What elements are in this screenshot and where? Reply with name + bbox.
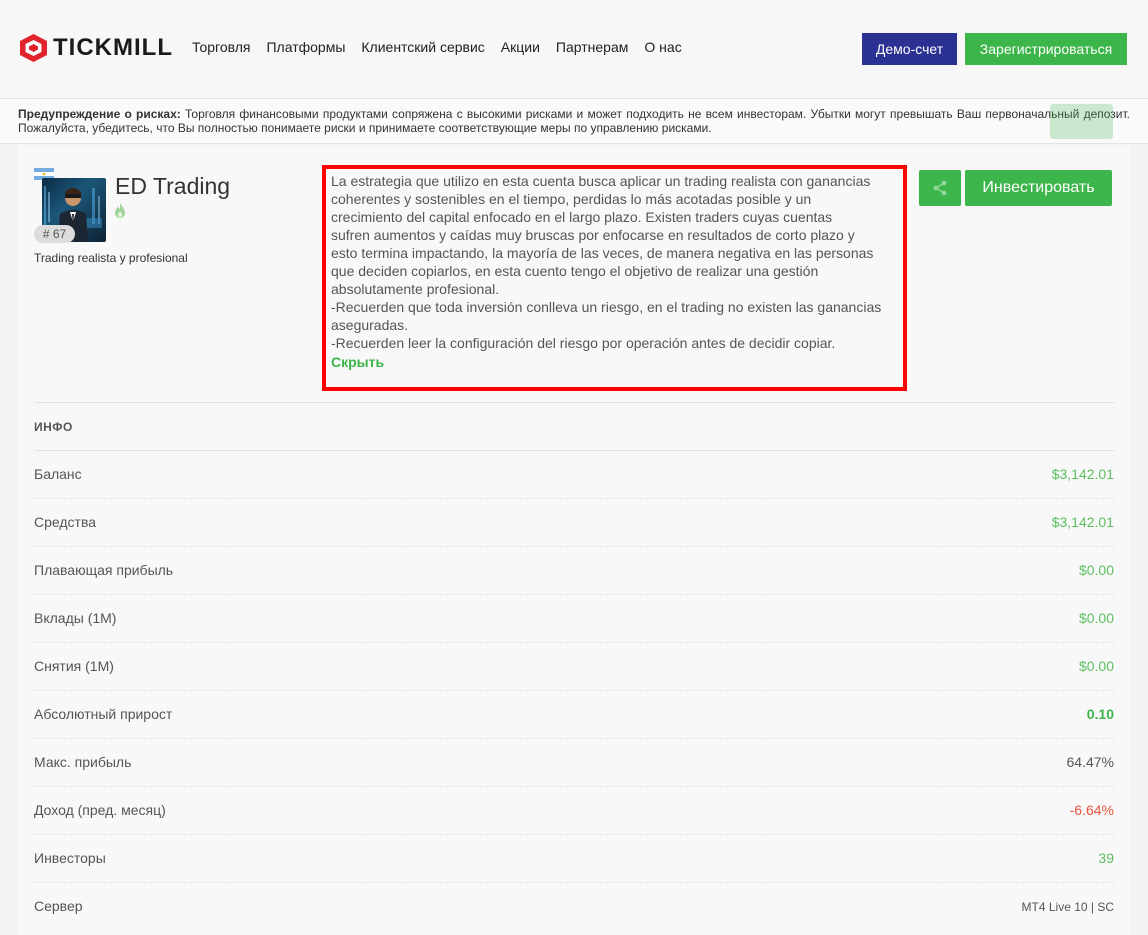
nav-item-client-service[interactable]: Клиентский сервис [361, 39, 484, 55]
site-header: TICKMILL Торговля Платформы Клиентский с… [0, 0, 1148, 98]
info-value: MT4 Live 10 | SC [1021, 900, 1114, 914]
info-label: Макс. прибыль [34, 754, 132, 770]
info-label: Доход (пред. месяц) [34, 802, 166, 818]
info-table: Баланс $3,142.01 Средства $3,142.01 Плав… [34, 451, 1114, 931]
info-label: Плавающая прибыль [34, 562, 174, 578]
info-value: $0.00 [1078, 562, 1114, 578]
nav-item-trading[interactable]: Торговля [192, 39, 250, 55]
demo-account-button[interactable]: Демо-счет [862, 33, 957, 65]
info-label: Баланс [34, 466, 82, 482]
description-line: La estrategia que utilizo en esta cuenta… [331, 173, 871, 189]
divider [34, 402, 1114, 403]
risk-warning: Предупреждение о рисках: Торговля финанс… [0, 98, 1148, 144]
share-icon [933, 180, 947, 196]
share-button[interactable] [919, 170, 961, 206]
info-row-last-month-income: Доход (пред. месяц) -6.64% [34, 787, 1114, 835]
info-row-withdrawals: Снятия (1M) $0.00 [34, 643, 1114, 691]
strategy-description: La estrategia que utilizo en esta cuenta… [322, 165, 907, 391]
description-line: sufren aumentos y caídas muy bruscas por… [331, 227, 855, 243]
description-line: aseguradas. [331, 317, 409, 333]
nav-item-partners[interactable]: Партнерам [556, 39, 628, 55]
tickmill-logo[interactable]: TICKMILL [20, 34, 173, 62]
info-value: 39 [1098, 850, 1114, 866]
description-line: que deciden copiarlos, en esta cuento te… [331, 263, 819, 279]
info-value: $0.00 [1078, 610, 1114, 626]
info-row-server: Сервер MT4 Live 10 | SC [34, 883, 1114, 931]
description-line: -Recuerden que toda inversión conlleva u… [331, 299, 882, 315]
info-label: Снятия (1M) [34, 658, 114, 674]
info-value: $0.00 [1078, 658, 1114, 674]
description-line: absolutamente profesional. [331, 281, 500, 297]
description-line: -Recuerden leer la configuración del rie… [331, 335, 836, 351]
invest-button[interactable]: Инвестировать [965, 170, 1112, 206]
info-value: $3,142.01 [1051, 514, 1114, 530]
info-row-investors: Инвесторы 39 [34, 835, 1114, 883]
info-label: Инвесторы [34, 850, 106, 866]
info-label: Средства [34, 514, 97, 530]
description-line: coherentes y sostenibles en el tiempo, p… [331, 191, 812, 207]
info-row-absolute-gain: Абсолютный прирост 0.10 [34, 691, 1114, 739]
risk-warning-text: Торговля финансовыми продуктами сопряжен… [18, 107, 1130, 135]
tickmill-logo-icon [20, 34, 47, 62]
rank-badge: # 67 [34, 225, 75, 243]
info-label: Сервер [34, 898, 83, 914]
description-line: esto termina impactando, la mayoría de l… [331, 245, 874, 261]
info-row-deposits: Вклады (1M) $0.00 [34, 595, 1114, 643]
info-row-floating-profit: Плавающая прибыль $0.00 [34, 547, 1114, 595]
info-label: Абсолютный прирост [34, 706, 173, 722]
nav-item-promotions[interactable]: Акции [501, 39, 540, 55]
logo-wordmark: TICKMILL [53, 34, 173, 61]
main-nav: Торговля Платформы Клиентский сервис Акц… [192, 39, 698, 55]
nav-item-about[interactable]: О нас [644, 39, 681, 55]
trader-subtitle: Trading realista y profesional [34, 251, 188, 265]
info-row-max-profit: Макс. прибыль 64.47% [34, 739, 1114, 787]
info-row-balance: Баланс $3,142.01 [34, 451, 1114, 499]
description-line: crecimiento del capital enfocado en el l… [331, 209, 833, 225]
info-label: Вклады (1M) [34, 610, 117, 626]
fire-icon [115, 203, 125, 218]
register-button[interactable]: Зарегистрироваться [965, 33, 1127, 65]
info-value: 64.47% [1066, 754, 1114, 770]
info-value: $3,142.01 [1051, 466, 1114, 482]
info-value: -6.64% [1069, 802, 1114, 818]
trader-name: ED Trading [115, 173, 231, 199]
hide-description-link[interactable]: Скрыть [331, 354, 899, 370]
nav-item-platforms[interactable]: Платформы [266, 39, 345, 55]
info-heading: ИНФО [34, 420, 73, 434]
scroll-top-button[interactable] [1050, 104, 1113, 139]
info-row-equity: Средства $3,142.01 [34, 499, 1114, 547]
info-value: 0.10 [1086, 706, 1114, 722]
risk-warning-title: Предупреждение о рисках: [18, 107, 181, 121]
